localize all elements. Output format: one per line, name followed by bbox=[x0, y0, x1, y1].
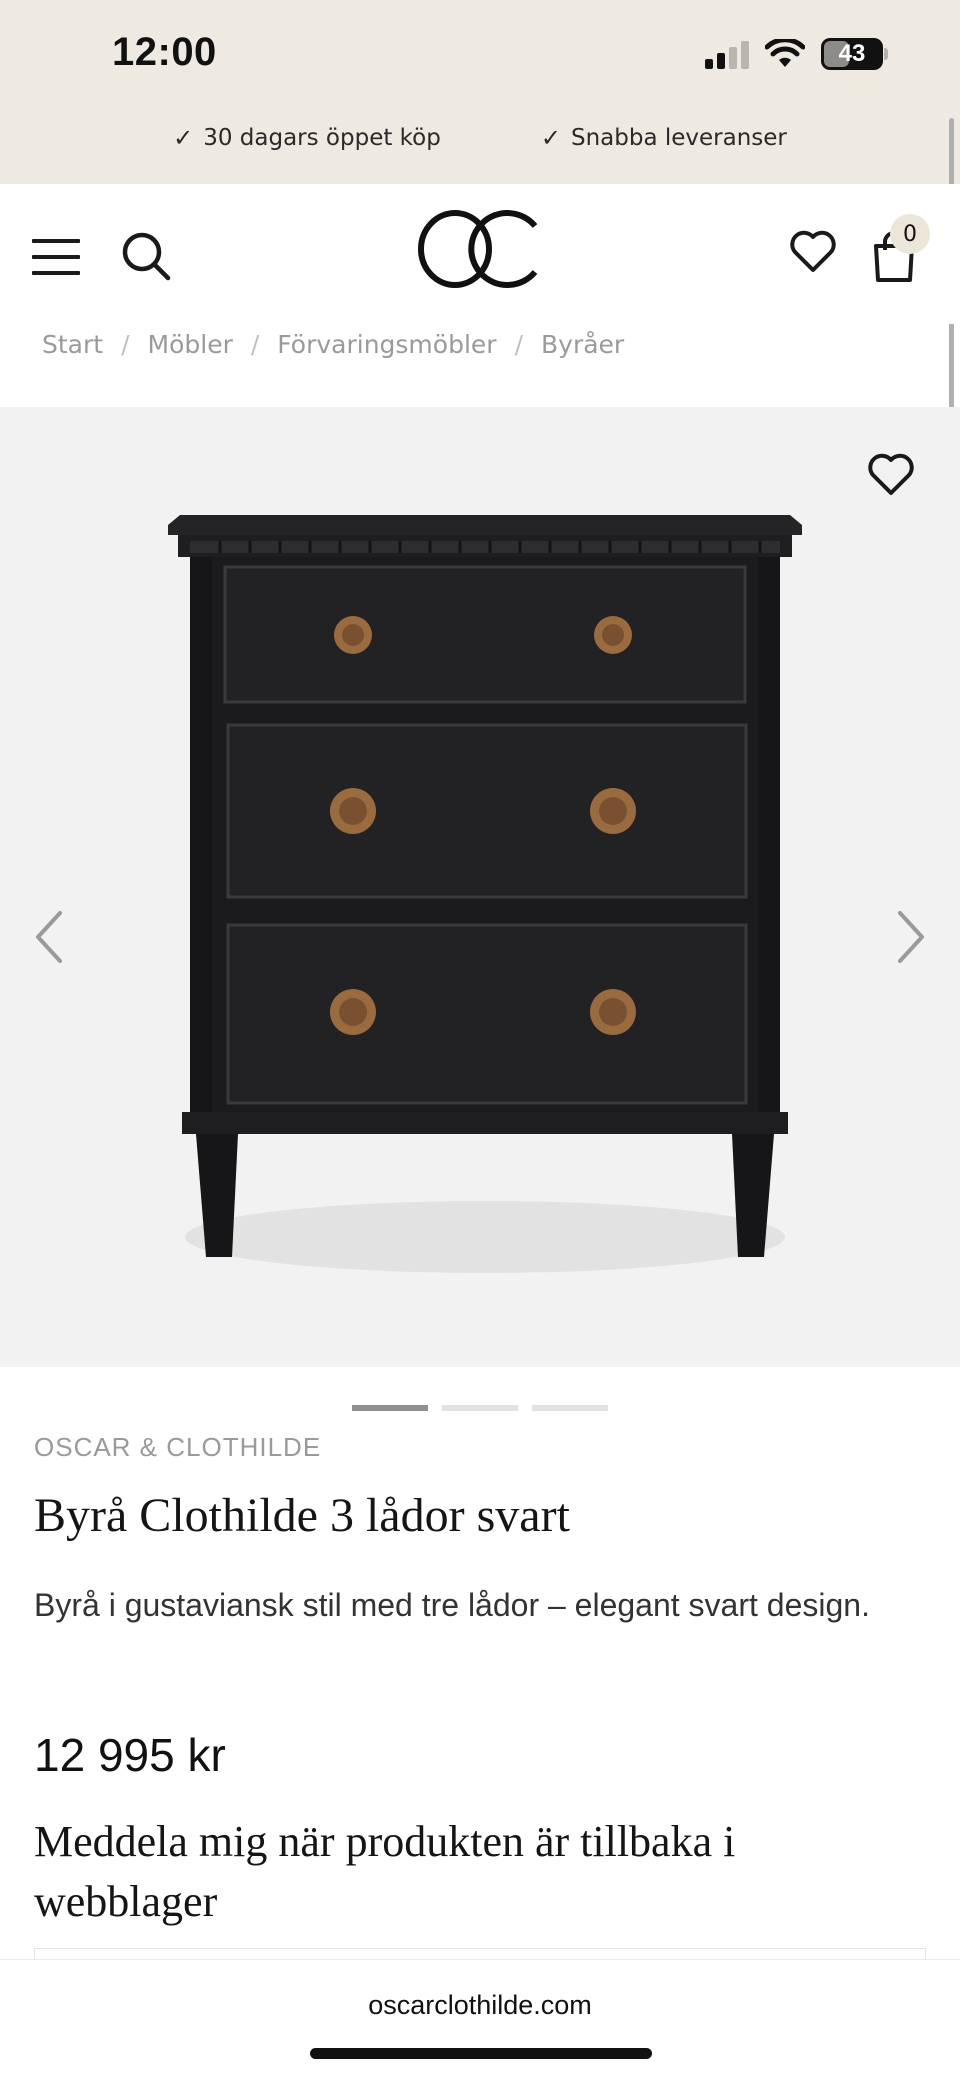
breadcrumb-mobler[interactable]: Möbler bbox=[148, 330, 233, 359]
home-indicator[interactable] bbox=[310, 2048, 652, 2059]
breadcrumb-byraer[interactable]: Byråer bbox=[541, 330, 624, 359]
browser-url-bar[interactable]: oscarclothilde.com bbox=[0, 1960, 960, 2077]
cellular-signal-icon bbox=[705, 39, 749, 69]
notify-heading: Meddela mig när produkten är tillbaka i … bbox=[34, 1817, 736, 1926]
status-icons: 43 bbox=[705, 38, 888, 70]
gallery-dot-active[interactable] bbox=[352, 1405, 428, 1411]
gallery-wishlist-icon[interactable] bbox=[866, 451, 916, 497]
check-icon: ✓ bbox=[173, 124, 194, 152]
breadcrumb-separator: / bbox=[250, 330, 260, 359]
chevron-right-icon[interactable] bbox=[894, 907, 928, 967]
usp-strip: ✓ 30 dagars öppet köp ✓ Snabba leveranse… bbox=[0, 124, 960, 152]
breadcrumb: Start / Möbler / Förvaringsmöbler / Byrå… bbox=[42, 330, 624, 359]
usp-text: Snabba leveranser bbox=[570, 125, 787, 151]
url-text[interactable]: oscarclothilde.com bbox=[0, 1990, 960, 2021]
oc-logo[interactable]: OC bbox=[415, 204, 545, 294]
breadcrumb-separator: / bbox=[514, 330, 523, 359]
gallery-pagination bbox=[0, 1405, 960, 1411]
gallery-dot[interactable] bbox=[442, 1405, 518, 1411]
product-price: 12 995 kr bbox=[34, 1729, 226, 1781]
top-band: 12:00 43 ✓ 30 dagars öppet köp ✓ Snabba … bbox=[0, 0, 960, 184]
breadcrumb-forvaringsmobler[interactable]: Förvaringsmöbler bbox=[277, 330, 496, 359]
gallery-dot[interactable] bbox=[532, 1405, 608, 1411]
chevron-left-icon[interactable] bbox=[32, 907, 66, 967]
status-time: 12:00 bbox=[112, 30, 217, 74]
usp-item: ✓ Snabba leveranser bbox=[541, 124, 787, 152]
breadcrumb-separator: / bbox=[121, 330, 130, 359]
product-description: Byrå i gustaviansk stil med tre lådor – … bbox=[34, 1587, 870, 1623]
search-icon[interactable] bbox=[118, 228, 174, 284]
usp-text: 30 dagars öppet köp bbox=[203, 125, 441, 151]
product-gallery[interactable] bbox=[0, 407, 960, 1367]
battery-level: 43 bbox=[838, 40, 866, 67]
breadcrumb-start[interactable]: Start bbox=[42, 330, 103, 359]
battery-icon: 43 bbox=[821, 38, 883, 70]
product-brand[interactable]: OSCAR & CLOTHILDE bbox=[34, 1432, 321, 1463]
cart-count-badge[interactable]: 0 bbox=[890, 214, 930, 254]
menu-icon[interactable] bbox=[32, 239, 80, 275]
site-header: OC 0 bbox=[0, 184, 960, 324]
product-title: Byrå Clothilde 3 lådor svart bbox=[34, 1489, 570, 1542]
wifi-icon bbox=[765, 39, 805, 67]
product-image-dresser bbox=[168, 515, 802, 1273]
wishlist-icon[interactable] bbox=[788, 226, 838, 276]
check-icon: ✓ bbox=[540, 124, 561, 152]
usp-item: ✓ 30 dagars öppet köp bbox=[173, 124, 441, 152]
